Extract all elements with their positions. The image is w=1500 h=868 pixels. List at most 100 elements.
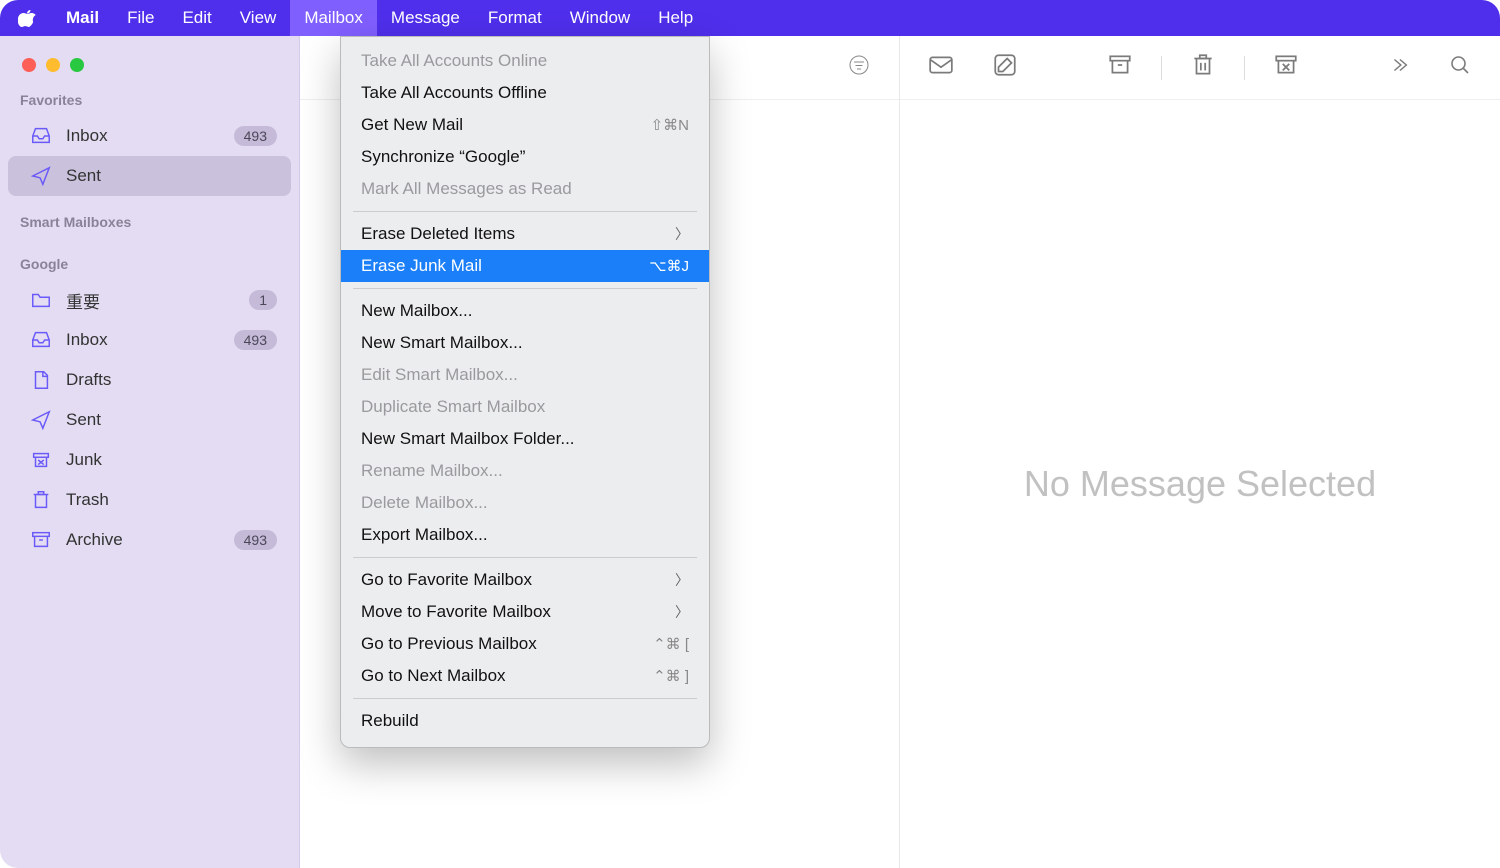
sidebar-item-重要[interactable]: 重要 1	[8, 280, 291, 320]
menu-item[interactable]: Take All Accounts Offline	[341, 77, 709, 109]
count-badge: 1	[249, 290, 277, 310]
sidebar-item-label: Drafts	[66, 370, 111, 390]
menu-item[interactable]: New Mailbox...	[341, 295, 709, 327]
toolbar-divider	[1244, 56, 1245, 80]
menu-format[interactable]: Format	[474, 0, 556, 36]
menu-edit[interactable]: Edit	[168, 0, 225, 36]
no-message-label: No Message Selected	[900, 100, 1500, 868]
menu-item[interactable]: Move to Favorite Mailbox 〉	[341, 596, 709, 628]
filter-icon[interactable]	[847, 53, 871, 82]
sidebar-item-inbox[interactable]: Inbox 493	[8, 116, 291, 156]
sidebar-item-label: Trash	[66, 490, 109, 510]
sent-icon	[30, 409, 52, 431]
menu-item[interactable]: New Smart Mailbox Folder...	[341, 423, 709, 455]
junk-icon[interactable]	[1273, 52, 1299, 83]
sidebar-item-junk[interactable]: Junk	[8, 440, 291, 480]
menu-item[interactable]: Go to Next Mailbox ⌃⌘ ]	[341, 660, 709, 692]
archive-icon[interactable]	[1107, 52, 1133, 83]
doc-icon	[30, 369, 52, 391]
search-icon[interactable]	[1448, 53, 1472, 82]
menu-item-label: Go to Next Mailbox	[361, 666, 506, 686]
compose-icon[interactable]	[992, 52, 1018, 83]
menu-item: Take All Accounts Online	[341, 45, 709, 77]
sidebar-item-sent[interactable]: Sent	[8, 156, 291, 196]
menu-item: Delete Mailbox...	[341, 487, 709, 519]
menu-item-label: Rename Mailbox...	[361, 461, 503, 481]
overflow-icon[interactable]	[1388, 54, 1410, 81]
archive-icon	[30, 529, 52, 551]
menu-item-label: Erase Junk Mail	[361, 256, 482, 276]
menu-item-label: New Smart Mailbox Folder...	[361, 429, 575, 449]
menu-item[interactable]: Erase Deleted Items 〉	[341, 218, 709, 250]
menu-file[interactable]: File	[113, 0, 168, 36]
chevron-right-icon: 〉	[675, 602, 689, 622]
menu-message[interactable]: Message	[377, 0, 474, 36]
menu-item-label: Go to Previous Mailbox	[361, 634, 537, 654]
window-controls	[0, 50, 299, 92]
mailbox-menu-dropdown: Take All Accounts Online Take All Account…	[340, 36, 710, 748]
apple-logo-icon[interactable]	[18, 9, 52, 27]
menu-item-label: New Mailbox...	[361, 301, 472, 321]
menu-item[interactable]: Synchronize “Google”	[341, 141, 709, 173]
window-maximize-button[interactable]	[70, 58, 84, 72]
menu-item-label: Synchronize “Google”	[361, 147, 525, 167]
menu-item-label: New Smart Mailbox...	[361, 333, 523, 353]
menu-item-label: Export Mailbox...	[361, 525, 488, 545]
sidebar-item-drafts[interactable]: Drafts	[8, 360, 291, 400]
menu-item-label: Mark All Messages as Read	[361, 179, 572, 199]
sidebar-item-sent[interactable]: Sent	[8, 400, 291, 440]
folder-icon	[30, 289, 52, 311]
menu-item-label: Get New Mail	[361, 115, 463, 135]
chevron-right-icon: 〉	[675, 224, 689, 244]
menu-item: Rename Mailbox...	[341, 455, 709, 487]
menu-mailbox[interactable]: Mailbox	[290, 0, 377, 36]
window-close-button[interactable]	[22, 58, 36, 72]
sent-icon	[30, 165, 52, 187]
menu-item-label: Edit Smart Mailbox...	[361, 365, 518, 385]
sidebar-item-label: Junk	[66, 450, 102, 470]
menu-item: Mark All Messages as Read	[341, 173, 709, 205]
menu-item-label: Erase Deleted Items	[361, 224, 515, 244]
menu-item[interactable]: Get New Mail⇧⌘N	[341, 109, 709, 141]
sidebar-item-trash[interactable]: Trash	[8, 480, 291, 520]
menu-item[interactable]: Go to Favorite Mailbox〉	[341, 564, 709, 596]
sidebar-item-label: 重要	[66, 288, 100, 313]
count-badge: 493	[234, 126, 277, 146]
menu-mail[interactable]: Mail	[52, 0, 113, 36]
sidebar-item-label: Sent	[66, 166, 101, 186]
menu-item[interactable]: Rebuild	[341, 705, 709, 737]
menu-item-label: Duplicate Smart Mailbox	[361, 397, 545, 417]
inbox-icon	[30, 125, 52, 147]
shortcut-label: ⌃⌘ ]	[653, 667, 689, 685]
inbox-icon	[30, 329, 52, 351]
menu-item[interactable]: Erase Junk Mail⌥⌘J	[341, 250, 709, 282]
menu-window[interactable]: Window	[556, 0, 644, 36]
menu-item-label: Delete Mailbox...	[361, 493, 488, 513]
menu-item-label: Move to Favorite Mailbox	[361, 602, 551, 622]
menu-item[interactable]: Export Mailbox...	[341, 519, 709, 551]
window-minimize-button[interactable]	[46, 58, 60, 72]
chevron-right-icon: 〉	[675, 570, 689, 590]
toolbar	[900, 36, 1500, 100]
trash-icon	[30, 489, 52, 511]
envelope-icon[interactable]	[928, 52, 954, 83]
menu-view[interactable]: View	[226, 0, 291, 36]
sidebar-item-label: Inbox	[66, 126, 108, 146]
menu-item[interactable]: Go to Previous Mailbox⌃⌘ [	[341, 628, 709, 660]
sidebar-item-label: Sent	[66, 410, 101, 430]
menu-item-label: Take All Accounts Online	[361, 51, 547, 71]
count-badge: 493	[234, 330, 277, 350]
sidebar-item-label: Inbox	[66, 330, 108, 350]
sidebar-item-archive[interactable]: Archive 493	[8, 520, 291, 560]
menu-item-label: Rebuild	[361, 711, 419, 731]
sidebar-item-label: Archive	[66, 530, 123, 550]
detail-pane: No Message Selected	[900, 36, 1500, 868]
trash-icon[interactable]	[1190, 52, 1216, 83]
menu-item-label: Take All Accounts Offline	[361, 83, 547, 103]
menu-item[interactable]: New Smart Mailbox...	[341, 327, 709, 359]
sidebar: FavoritesInbox493SentSmart MailboxesGoog…	[0, 36, 300, 868]
menu-help[interactable]: Help	[644, 0, 707, 36]
section-label: Google	[0, 256, 299, 280]
count-badge: 493	[234, 530, 277, 550]
sidebar-item-inbox[interactable]: Inbox 493	[8, 320, 291, 360]
